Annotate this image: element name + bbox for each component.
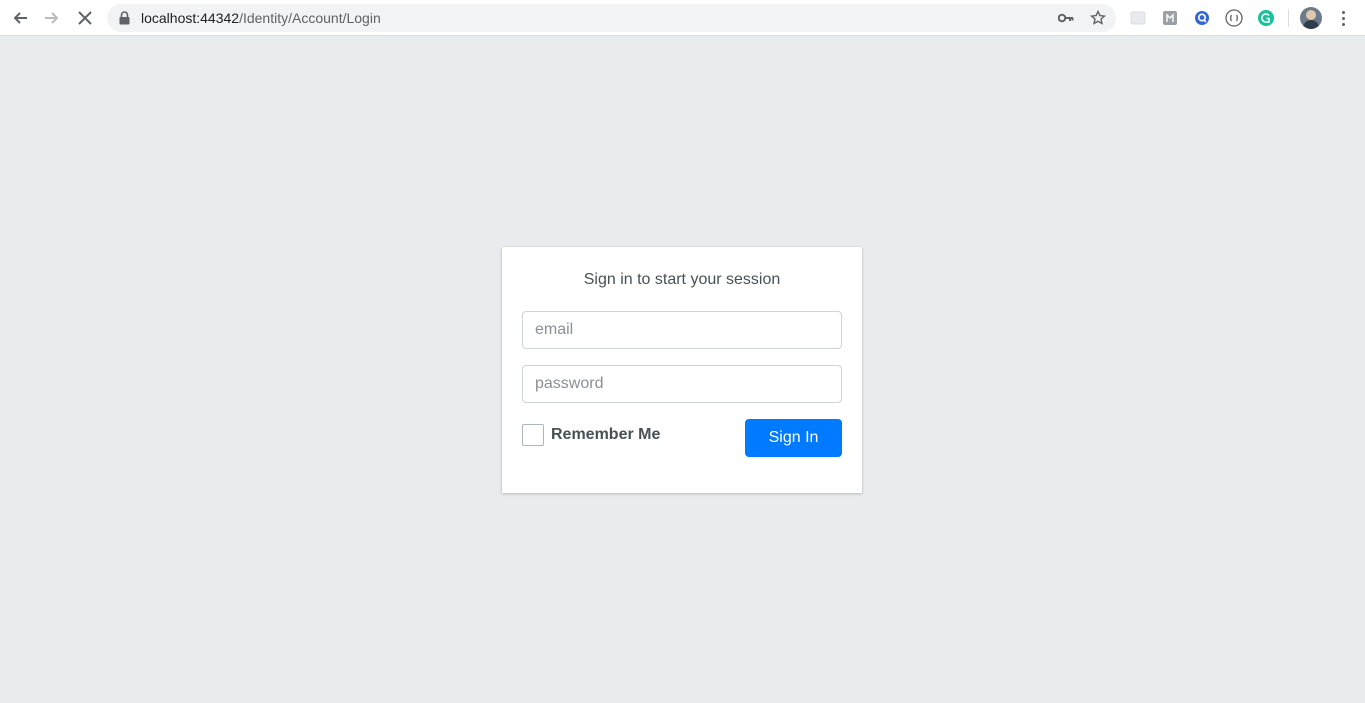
extension-4-icon[interactable] [1225,9,1243,27]
url-host: localhost:44342 [141,10,240,26]
star-icon[interactable] [1089,9,1107,27]
forward-arrow-icon[interactable] [40,6,64,30]
grammarly-icon[interactable] [1257,9,1275,27]
stop-loading-icon[interactable] [73,6,97,30]
extension-3-icon[interactable] [1193,9,1211,27]
login-title: Sign in to start your session [583,271,781,288]
url-path: /Identity/Account/Login [239,10,381,26]
back-arrow-icon[interactable] [8,6,32,30]
sign-in-button[interactable]: Sign In [745,419,842,457]
password-field[interactable] [522,365,842,403]
profile-avatar[interactable] [1300,7,1322,29]
vertical-dots-icon[interactable] [1333,8,1353,28]
browser-toolbar: localhost:44342/Identity/Account/Login [0,0,1365,36]
remember-me-label[interactable]: Remember Me [551,426,660,444]
extension-2-icon[interactable] [1161,9,1179,27]
url-text[interactable]: localhost:44342/Identity/Account/Login [141,10,381,26]
remember-me[interactable]: Remember Me [522,424,660,446]
extension-1-icon[interactable] [1129,9,1147,27]
key-icon[interactable] [1057,9,1075,27]
remember-me-checkbox[interactable] [522,424,544,446]
lock-icon[interactable] [119,11,130,30]
login-card: Sign in to start your session Remember M… [502,247,862,493]
email-field[interactable] [522,311,842,349]
toolbar-divider [1288,9,1289,27]
address-bar[interactable]: localhost:44342/Identity/Account/Login [107,4,1116,32]
